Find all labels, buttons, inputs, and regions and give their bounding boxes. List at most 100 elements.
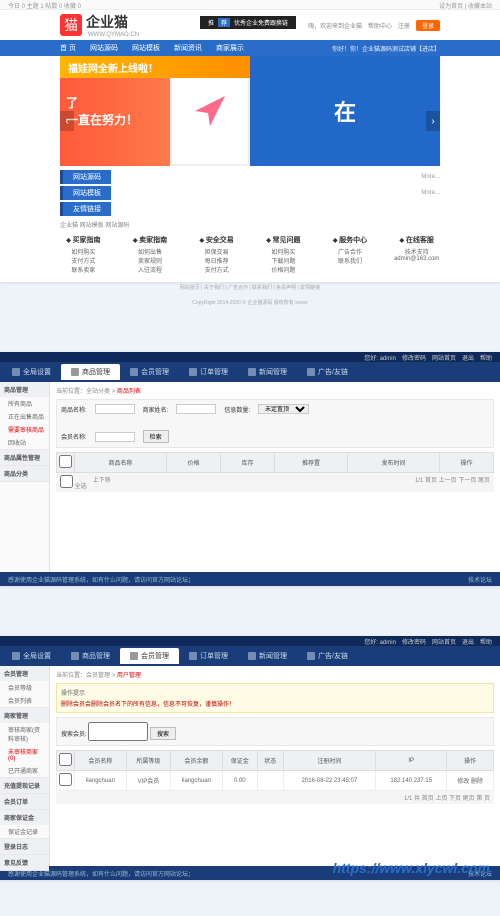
col-link[interactable]: 价格问题 <box>260 265 307 274</box>
side-item[interactable]: 所有商品 <box>0 397 49 410</box>
change-pwd-link[interactable]: 修改密码 <box>402 353 426 362</box>
input-shop[interactable] <box>176 404 216 414</box>
nav-home[interactable]: 首 页 <box>60 43 76 53</box>
tab-news[interactable]: 新闻管理 <box>238 364 297 380</box>
tab-links[interactable]: 友情链接 <box>60 202 111 216</box>
select-all-label[interactable]: 全选 <box>75 484 87 490</box>
col-link[interactable]: admin@163.com <box>393 256 440 262</box>
more-link[interactable]: More... <box>421 190 440 196</box>
footer-links[interactable]: 网站首页 | 关于我们 | 广告合作 | 联系我们 | 免责声明 | 友情链接 <box>0 280 500 295</box>
check-all-foot[interactable] <box>60 475 73 488</box>
col-link[interactable]: 联系我们 <box>327 256 374 265</box>
search-button[interactable]: 搜索 <box>150 727 176 740</box>
help-link[interactable]: 帮助 <box>480 353 492 362</box>
login-button[interactable]: 登录 <box>416 20 440 31</box>
tab-template[interactable]: 网站模板 <box>60 186 111 200</box>
help-link[interactable]: 帮助 <box>480 637 492 646</box>
side-item[interactable]: 回收站 <box>0 436 49 449</box>
col-link[interactable]: 如何购买 <box>260 247 307 256</box>
more-link[interactable]: More... <box>421 174 440 180</box>
logout-link[interactable]: 退出 <box>462 637 474 646</box>
carousel-prev[interactable]: ‹ <box>60 111 74 131</box>
site-stats: 今日 0 主题 1 帖数 0 收藏 0 <box>8 1 81 8</box>
col-link[interactable]: 如何出售 <box>127 247 174 256</box>
side-h[interactable]: 商品分类 <box>0 466 49 481</box>
col-link[interactable]: 支付方式 <box>60 256 107 265</box>
change-pwd-link[interactable]: 修改密码 <box>402 637 426 646</box>
watermark-url: https://www.xlycwl.com <box>333 860 490 876</box>
sidebar: 商品管理 所有商品 正在出售商品 需要审核商品 回收站 商品属性管理 商品分类 <box>0 382 50 572</box>
col-link[interactable]: 联系卖家 <box>60 265 107 274</box>
tab-label: 商品管理 <box>82 367 110 377</box>
site-home-link[interactable]: 网站首页 <box>432 637 456 646</box>
cell-actions[interactable]: 修改 删除 <box>447 771 494 791</box>
tab-members[interactable]: 会员管理 <box>120 364 179 380</box>
top-links[interactable]: 设为首页 | 收藏本站 <box>439 1 492 8</box>
col-link[interactable]: 如何购买 <box>60 247 107 256</box>
carousel-next[interactable]: › <box>426 111 440 131</box>
tab-ads[interactable]: 广告/友链 <box>297 648 358 664</box>
side-h[interactable]: 商品属性管理 <box>0 450 49 465</box>
search-button[interactable]: 检索 <box>143 430 169 443</box>
col-link[interactable]: 入驻流程 <box>127 265 174 274</box>
input-member[interactable] <box>95 432 135 442</box>
input-search[interactable] <box>88 722 148 741</box>
nav-template[interactable]: 网站模板 <box>132 43 160 53</box>
crumb-current: 商品列表 <box>117 389 141 395</box>
check-all[interactable] <box>59 753 72 766</box>
side-h[interactable]: 登录日志 <box>0 839 49 854</box>
logo[interactable]: 猫 企业猫 WWW.QYMAO.CN <box>60 12 139 38</box>
footer-forum-link[interactable]: 技术论坛 <box>468 575 492 584</box>
col-link[interactable]: 支付方式 <box>193 265 240 274</box>
col-link[interactable]: 卖家规则 <box>127 256 174 265</box>
tab-orders[interactable]: 订单管理 <box>179 648 238 664</box>
side-item[interactable]: 正在出售商品 <box>0 410 49 423</box>
logout-link[interactable]: 退出 <box>462 353 474 362</box>
side-h: 商品管理 <box>0 382 49 397</box>
gear-icon <box>12 368 20 376</box>
warn-heading: 操作提示 <box>61 688 489 697</box>
side-item[interactable]: 已开通商家 <box>0 764 49 777</box>
tab-members[interactable]: 会员管理 <box>120 648 179 664</box>
side-item-unverified[interactable]: 未审核商家(0) <box>0 745 49 764</box>
tab-products[interactable]: 商品管理 <box>61 648 120 664</box>
side-item[interactable]: 审核商家(资料审核) <box>0 723 49 745</box>
site-home-link[interactable]: 网站首页 <box>432 353 456 362</box>
tab-label: 新闻管理 <box>259 367 287 377</box>
side-h[interactable]: 会员订单 <box>0 794 49 809</box>
tab-news[interactable]: 新闻管理 <box>238 648 297 664</box>
nav-source[interactable]: 网站源码 <box>90 43 118 53</box>
side-item-pending[interactable]: 需要审核商品 <box>0 423 49 436</box>
cell-deposit: 0.00 <box>222 771 257 791</box>
side-item[interactable]: 会员列表 <box>0 694 49 707</box>
side-item[interactable]: 会员等级 <box>0 681 49 694</box>
tab-global[interactable]: 全局设置 <box>2 364 61 380</box>
nav-shops[interactable]: 商家展示 <box>216 43 244 53</box>
tab-global[interactable]: 全局设置 <box>2 648 61 664</box>
pagination[interactable]: 1/1 首页 上一页 下一页 尾页 <box>415 475 490 490</box>
nav-shop-link[interactable]: 你好！你！企业猫源码测试店铺【进店】 <box>332 44 440 53</box>
input-name[interactable] <box>95 404 135 414</box>
tab-ads[interactable]: 广告/友链 <box>297 364 358 380</box>
crumb-cat[interactable]: 全站分类 <box>86 389 110 395</box>
col-link[interactable]: 下载问题 <box>260 256 307 265</box>
col-link[interactable]: 每日推荐 <box>193 256 240 265</box>
side-h[interactable]: 充值提现记录 <box>0 778 49 793</box>
cell-name[interactable]: liangchuan <box>75 771 127 791</box>
col-link[interactable]: 广告合作 <box>327 247 374 256</box>
move-btn[interactable]: 上下移 <box>93 475 111 490</box>
col-link[interactable]: 担保交易 <box>193 247 240 256</box>
tab-orders[interactable]: 订单管理 <box>179 364 238 380</box>
side-item[interactable]: 保证金记录 <box>0 825 49 838</box>
check-all[interactable] <box>59 455 72 468</box>
col-link[interactable]: 技术支持 <box>393 247 440 256</box>
row-check[interactable] <box>59 773 72 786</box>
crumb-cat[interactable]: 会员管理 <box>86 673 110 679</box>
pagination[interactable]: 1/1 共 首页 上页 下页 尾页 第 页 <box>404 793 490 802</box>
tab-source[interactable]: 网站源码 <box>60 170 111 184</box>
nav-news[interactable]: 新闻资讯 <box>174 43 202 53</box>
tab-products[interactable]: 商品管理 <box>61 364 120 380</box>
select-count[interactable]: 未定置顶 <box>258 404 309 414</box>
register-link[interactable]: 注册 <box>398 21 410 30</box>
help-link[interactable]: 帮助中心 <box>368 21 392 30</box>
